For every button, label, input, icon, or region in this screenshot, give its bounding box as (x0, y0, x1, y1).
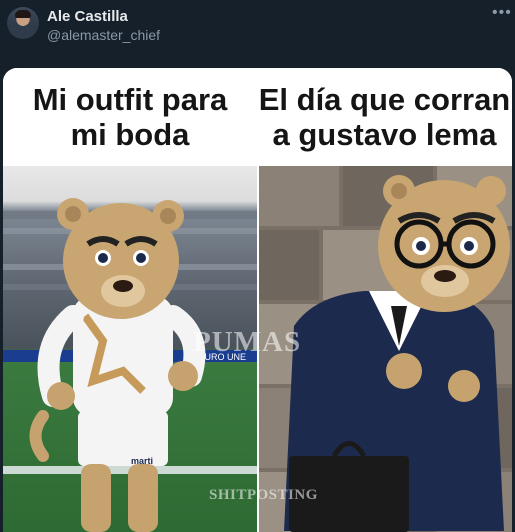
right-caption: El día que corran a gustavo lema (257, 68, 512, 166)
left-caption: Mi outfit para mi boda (3, 68, 257, 166)
author-name[interactable]: Ale Castilla (47, 8, 128, 25)
author-handle[interactable]: @alemaster_chief (47, 27, 160, 43)
watermark-pumas: PUMAS (193, 326, 302, 358)
watermark-shitposting: SHITPOSTING (209, 487, 318, 503)
more-options-icon[interactable]: ••• (492, 4, 512, 22)
tweet-media-image[interactable]: Mi outfit para mi boda El día que corran… (3, 68, 512, 532)
left-caption-text: Mi outfit para mi boda (32, 82, 228, 152)
tweet-header: Ale Castilla @alemaster_chief ••• (0, 0, 515, 60)
right-caption-text: El día que corran a gustavo lema (258, 82, 511, 152)
avatar[interactable] (7, 7, 39, 39)
